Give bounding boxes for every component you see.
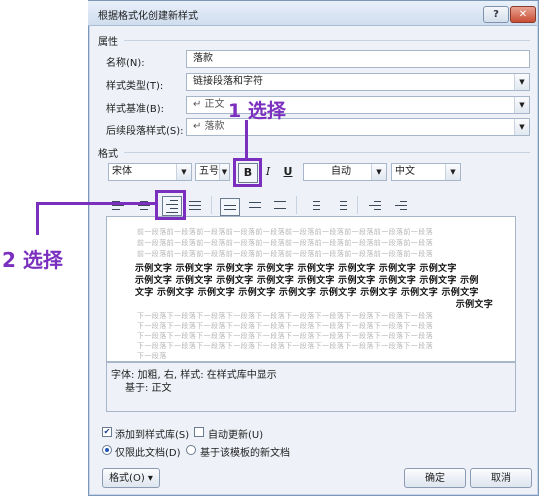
- step2-highlight-box: [155, 190, 186, 220]
- increase-indent-icon[interactable]: [392, 198, 410, 214]
- description-line: 基于: 正文: [125, 383, 172, 394]
- next-style-value: ↵ 落款: [193, 121, 225, 132]
- preview-sample-line: 文字 示例文字 示例文字 示例文字 示例文字 示例文字 示例文字 示例文字 示例…: [135, 288, 479, 298]
- format-section-label: 格式: [98, 149, 118, 160]
- help-button[interactable]: ?: [483, 6, 509, 23]
- step1-annotation: 1 选择: [228, 100, 286, 122]
- one-half-spacing-icon[interactable]: [246, 198, 264, 214]
- chevron-down-icon: ▼: [219, 164, 229, 180]
- preview-next-line: 下一段落下一段落下一段落下一段落下一段落下一段落下一段落下一段落下一段落下一段落: [137, 332, 433, 340]
- auto-update-checkbox[interactable]: [194, 427, 204, 437]
- style-type-value: 链接段落和字符: [193, 76, 263, 87]
- style-type-label: 样式类型(T):: [106, 81, 164, 92]
- format-divider: [124, 152, 530, 153]
- chevron-down-icon: ▼: [514, 97, 529, 113]
- increase-para-spacing-icon[interactable]: [305, 198, 323, 214]
- preview-prev-line: 前一段落前一段落前一段落前一段落前一段落前一段落前一段落前一段落前一段落前一段落: [137, 250, 433, 258]
- language-select[interactable]: 中文 ▼: [391, 163, 461, 181]
- style-preview: 前一段落前一段落前一段落前一段落前一段落前一段落前一段落前一段落前一段落前一段落…: [106, 216, 516, 362]
- preview-sample-line: 示例文字: [455, 300, 493, 310]
- align-justify-icon[interactable]: [186, 198, 204, 214]
- step1-highlight-box: [233, 158, 262, 187]
- chevron-down-icon: ▼: [176, 164, 191, 180]
- toolbar-divider: [211, 196, 212, 214]
- new-docs-label: 基于该模板的新文档: [200, 448, 290, 459]
- style-description: 字体: 加粗, 右, 样式: 在样式库中显示 基于: 正文: [106, 362, 516, 412]
- name-label: 名称(N):: [106, 58, 145, 69]
- chevron-down-icon: ▼: [514, 74, 529, 90]
- ok-button[interactable]: 确定: [404, 468, 466, 488]
- format-menu-button[interactable]: 格式(O) ▾: [102, 468, 160, 488]
- chevron-down-icon: ▼: [371, 164, 386, 180]
- font-color-value: 自动: [331, 166, 351, 177]
- font-color-select[interactable]: 自动 ▼: [303, 163, 387, 181]
- only-this-doc-radio[interactable]: [102, 445, 112, 455]
- preview-prev-line: 前一段落前一段落前一段落前一段落前一段落前一段落前一段落前一段落前一段落前一段落: [137, 239, 433, 247]
- toolbar-divider: [357, 196, 358, 214]
- chevron-down-icon: ▼: [514, 119, 529, 135]
- language-value: 中文: [395, 166, 415, 177]
- cancel-button[interactable]: 取消: [470, 468, 532, 488]
- align-center-icon[interactable]: [135, 198, 153, 214]
- font-value: 宋体: [112, 166, 132, 177]
- name-input[interactable]: 落款: [186, 50, 530, 68]
- close-button[interactable]: ✕: [510, 6, 536, 23]
- decrease-indent-icon[interactable]: [366, 198, 384, 214]
- style-type-select[interactable]: 链接段落和字符 ▼: [186, 73, 530, 91]
- align-left-icon[interactable]: [109, 198, 127, 214]
- underline-button[interactable]: U: [279, 163, 297, 181]
- base-style-label: 样式基准(B):: [106, 104, 165, 115]
- preview-next-line: 下一段落: [137, 352, 167, 360]
- single-spacing-icon[interactable]: [220, 198, 240, 216]
- preview-next-line: 下一段落下一段落下一段落下一段落下一段落下一段落下一段落下一段落下一段落下一段落: [137, 322, 433, 330]
- step2-annotation: 2 选择: [2, 248, 63, 272]
- font-size-value: 五号: [199, 166, 219, 177]
- font-size-select[interactable]: 五号 ▼: [195, 163, 230, 181]
- next-style-label: 后续段落样式(S):: [106, 126, 184, 137]
- double-spacing-icon[interactable]: [271, 198, 289, 214]
- step2-connector-line: [36, 202, 156, 205]
- font-select[interactable]: 宋体 ▼: [108, 163, 192, 181]
- step2-connector-line: [36, 202, 39, 235]
- toolbar-divider: [296, 196, 297, 214]
- only-this-doc-label: 仅限此文档(D): [115, 448, 181, 459]
- chevron-down-icon: ▼: [445, 164, 460, 180]
- properties-section-label: 属性: [98, 37, 118, 48]
- add-to-gallery-label: 添加到样式库(S): [115, 430, 190, 441]
- new-docs-radio[interactable]: [186, 445, 196, 455]
- properties-divider: [124, 40, 530, 41]
- auto-update-label: 自动更新(U): [208, 430, 264, 441]
- preview-next-line: 下一段落下一段落下一段落下一段落下一段落下一段落下一段落下一段落下一段落下一段落: [137, 312, 433, 320]
- preview-next-line: 下一段落下一段落下一段落下一段落下一段落下一段落下一段落下一段落下一段落下一段落: [137, 342, 433, 350]
- step1-connector-line: [245, 120, 248, 159]
- add-to-gallery-checkbox[interactable]: ✔: [102, 427, 112, 437]
- base-style-value: ↵ 正文: [193, 99, 225, 110]
- preview-prev-line: 前一段落前一段落前一段落前一段落前一段落前一段落前一段落前一段落前一段落前一段落: [137, 228, 433, 236]
- decrease-para-spacing-icon[interactable]: [332, 198, 350, 214]
- dialog-title: 根据格式化创建新样式: [98, 11, 198, 22]
